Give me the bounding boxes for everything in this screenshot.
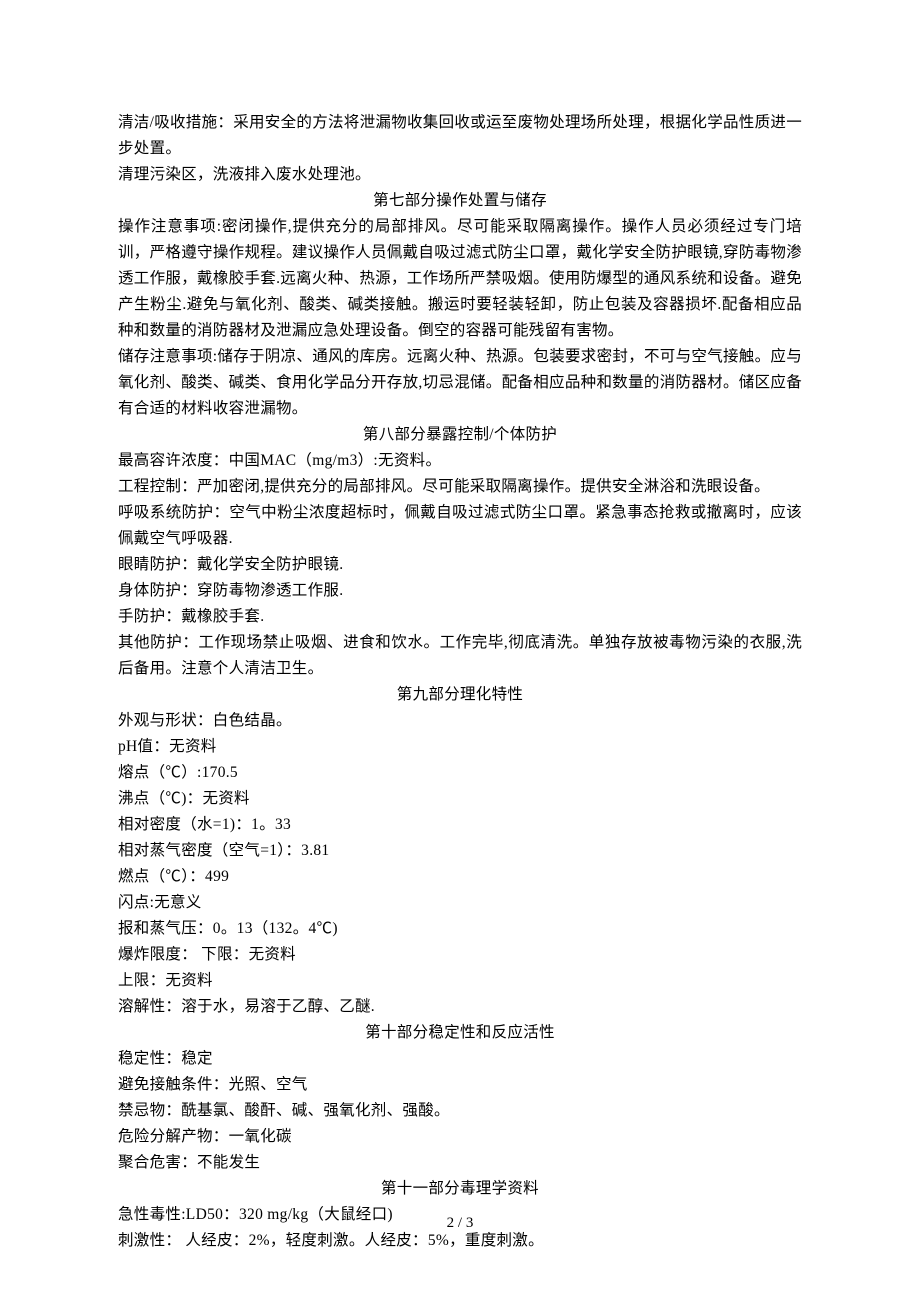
body-text: 工程控制：严加密闭,提供充分的局部排风。尽可能采取隔离操作。提供安全淋浴和洗眼设… <box>118 474 802 500</box>
section-heading-7: 第七部分操作处置与储存 <box>118 188 802 214</box>
body-text: 上限：无资料 <box>118 968 802 994</box>
body-text: 闪点:无意义 <box>118 890 802 916</box>
body-text: 危险分解产物：一氧化碳 <box>118 1124 802 1150</box>
body-text: 聚合危害：不能发生 <box>118 1150 802 1176</box>
body-text: 操作注意事项:密闭操作,提供充分的局部排风。尽可能采取隔离操作。操作人员必须经过… <box>118 214 802 344</box>
body-text: 清理污染区，洗液排入废水处理池。 <box>118 162 802 188</box>
body-text: 呼吸系统防护：空气中粉尘浓度超标时，佩戴自吸过滤式防尘口罩。紧急事态抢救或撤离时… <box>118 500 802 552</box>
body-text: 爆炸限度： 下限：无资料 <box>118 942 802 968</box>
body-text: 燃点（℃）：499 <box>118 864 802 890</box>
body-text: 身体防护：穿防毒物渗透工作服. <box>118 578 802 604</box>
document-page: 清洁/吸收措施：采用安全的方法将泄漏物收集回收或运至废物处理场所处理，根据化学品… <box>0 0 920 1302</box>
section-heading-10: 第十部分稳定性和反应活性 <box>118 1020 802 1046</box>
body-text: 其他防护：工作现场禁止吸烟、进食和饮水。工作完毕,彻底清洗。单独存放被毒物污染的… <box>118 630 802 682</box>
body-text: 熔点（℃）:170.5 <box>118 760 802 786</box>
body-text: 避免接触条件：光照、空气 <box>118 1072 802 1098</box>
body-text: pH值：无资料 <box>118 734 802 760</box>
page-number: 2 / 3 <box>0 1215 920 1232</box>
body-text: 报和蒸气压：0。13（132。4℃) <box>118 916 802 942</box>
body-text: 相对密度（水=1)：1。33 <box>118 812 802 838</box>
body-text: 沸点（℃)：无资料 <box>118 786 802 812</box>
body-text: 稳定性：稳定 <box>118 1046 802 1072</box>
body-text: 外观与形状：白色结晶。 <box>118 708 802 734</box>
section-heading-11: 第十一部分毒理学资料 <box>118 1176 802 1202</box>
body-text: 最高容许浓度：中国MAC（mg/m3）:无资料。 <box>118 448 802 474</box>
section-heading-8: 第八部分暴露控制/个体防护 <box>118 422 802 448</box>
body-text: 禁忌物：酰基氯、酸酐、碱、强氧化剂、强酸。 <box>118 1098 802 1124</box>
body-text: 眼睛防护：戴化学安全防护眼镜. <box>118 552 802 578</box>
body-text: 相对蒸气密度（空气=1）：3.81 <box>118 838 802 864</box>
document-content: 清洁/吸收措施：采用安全的方法将泄漏物收集回收或运至废物处理场所处理，根据化学品… <box>118 110 802 1254</box>
body-text: 手防护：戴橡胶手套. <box>118 604 802 630</box>
body-text: 溶解性：溶于水，易溶于乙醇、乙醚. <box>118 994 802 1020</box>
body-text: 储存注意事项:储存于阴凉、通风的库房。远离火种、热源。包装要求密封，不可与空气接… <box>118 344 802 422</box>
section-heading-9: 第九部分理化特性 <box>118 682 802 708</box>
body-text: 清洁/吸收措施：采用安全的方法将泄漏物收集回收或运至废物处理场所处理，根据化学品… <box>118 110 802 162</box>
